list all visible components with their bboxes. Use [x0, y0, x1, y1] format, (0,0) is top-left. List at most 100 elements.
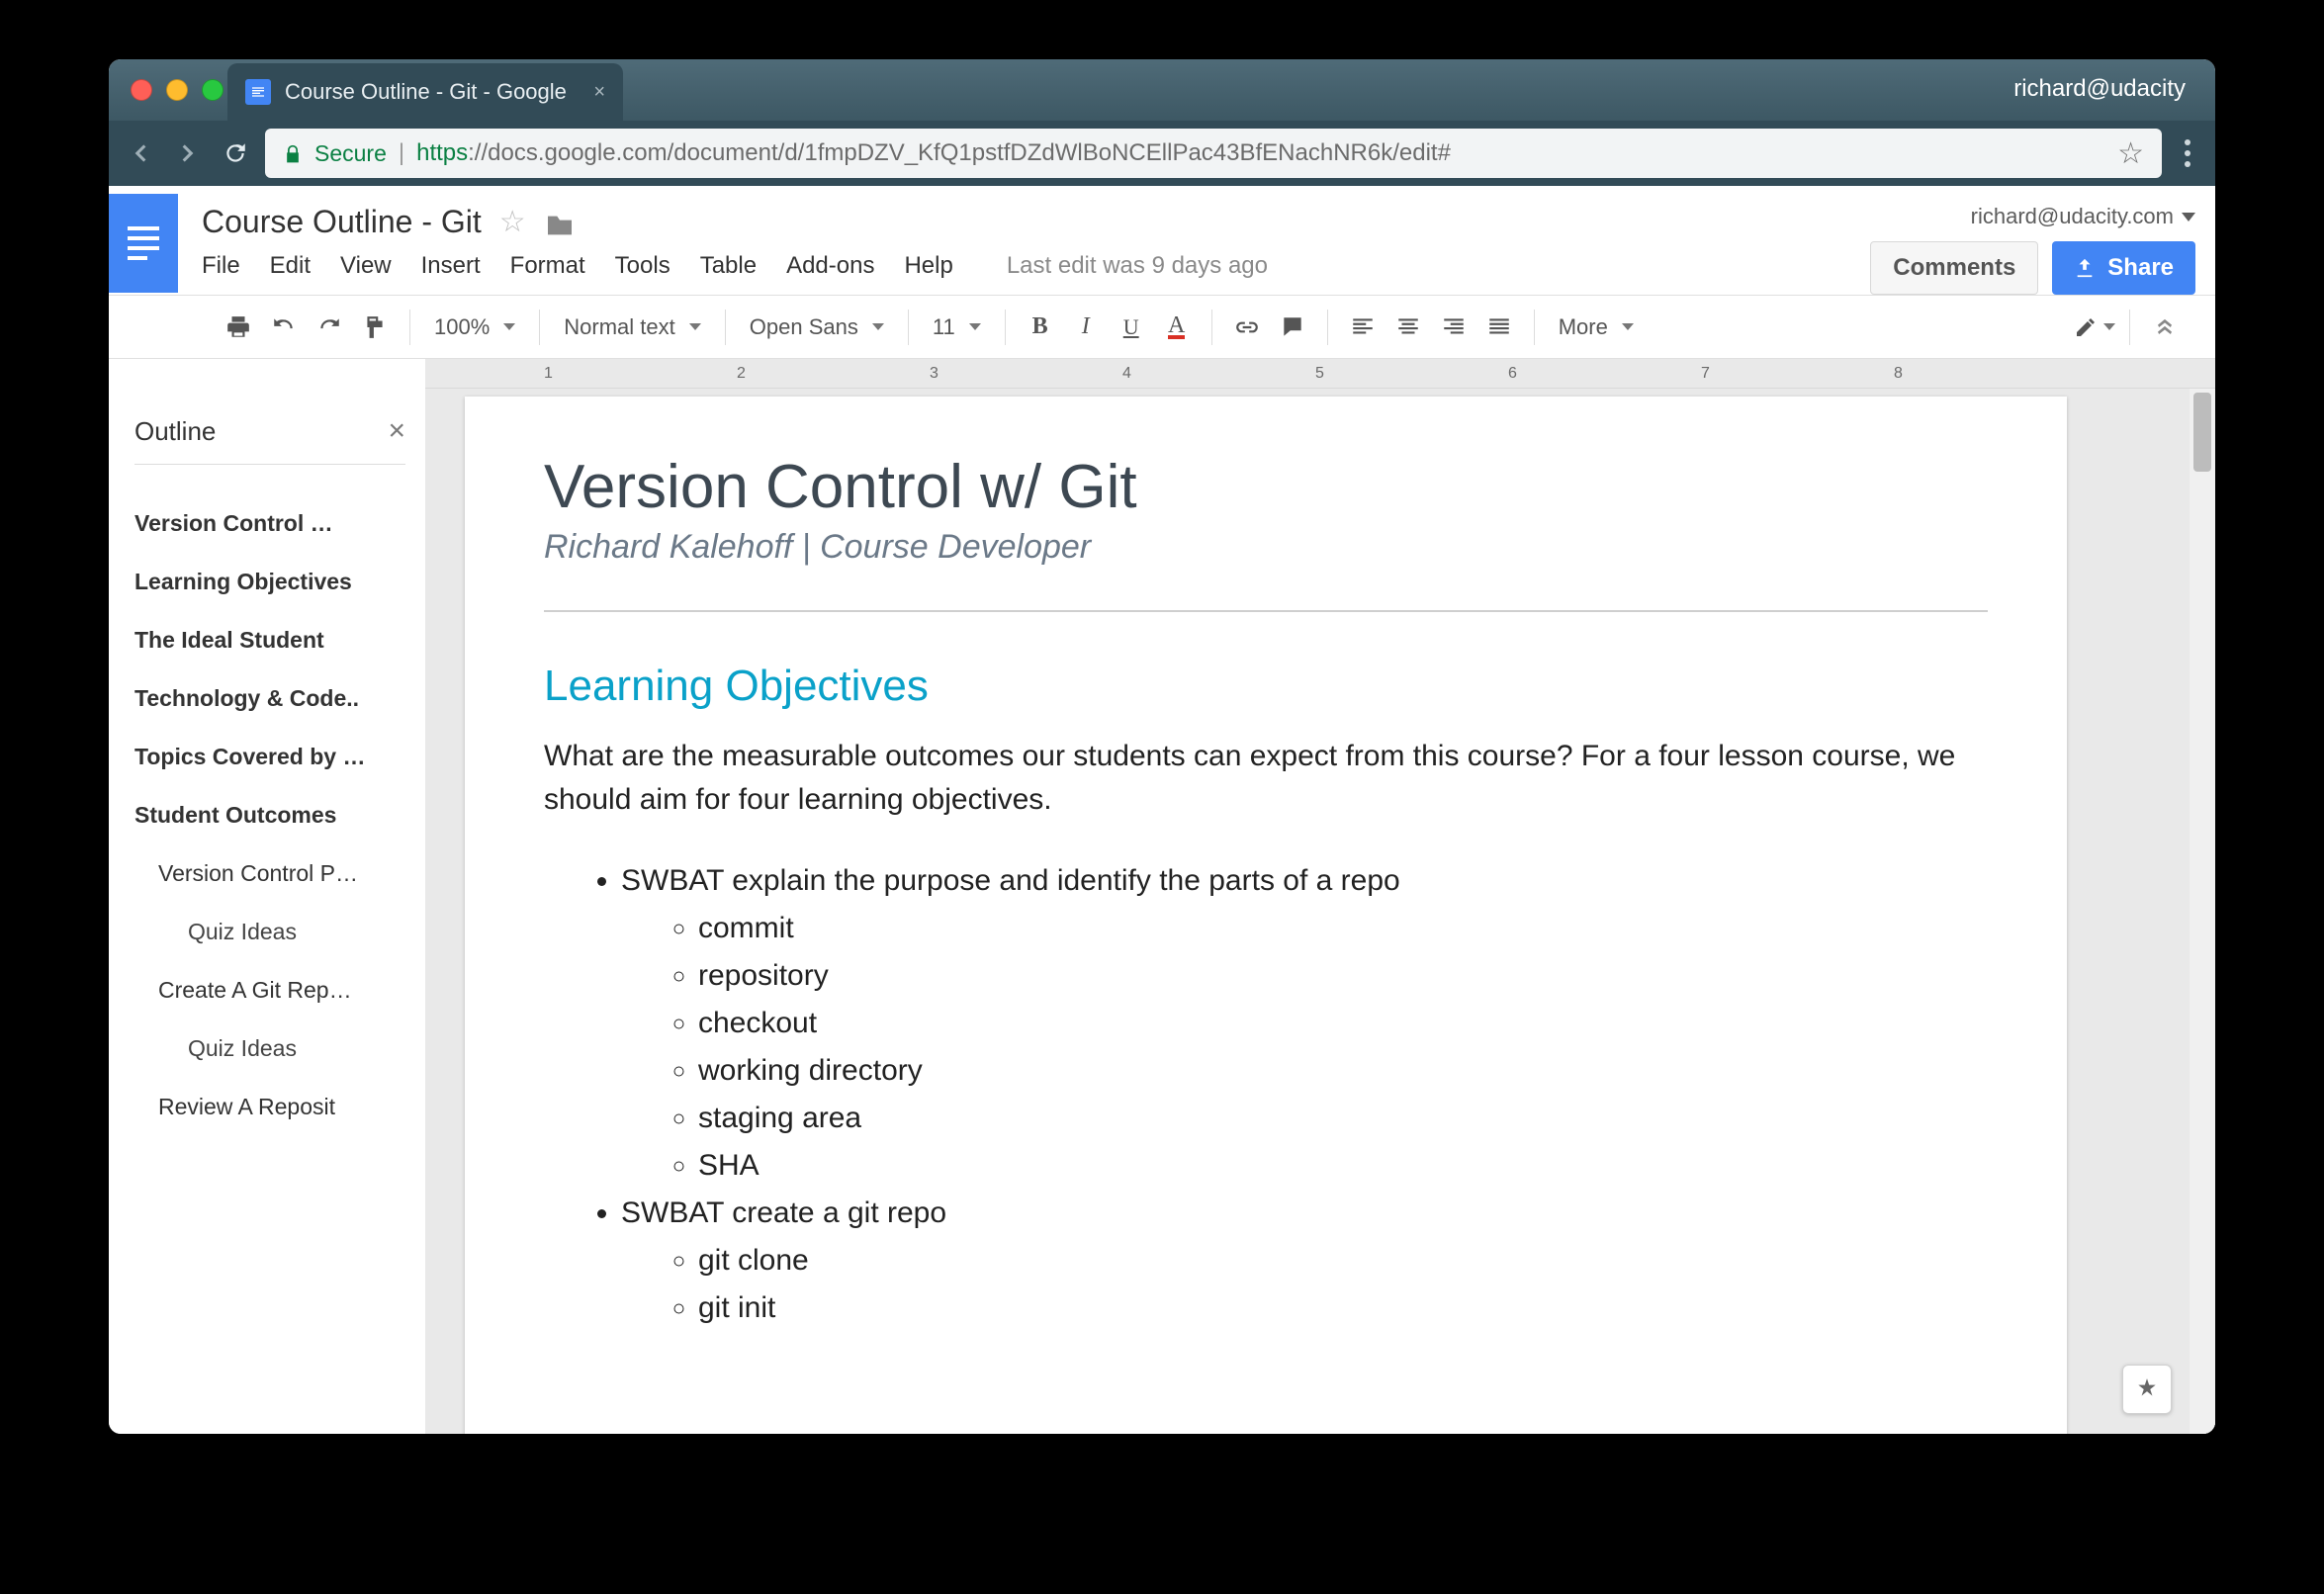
- outline-item[interactable]: Version Control P…: [134, 844, 405, 903]
- doc-subtitle[interactable]: Richard Kalehoff | Course Developer: [544, 528, 1988, 567]
- outline-item[interactable]: Topics Covered by …: [134, 728, 405, 786]
- document-page[interactable]: Version Control w/ Git Richard Kalehoff …: [465, 397, 2067, 1434]
- menu-table[interactable]: Table: [700, 252, 757, 280]
- font-size-dropdown[interactable]: 11: [923, 314, 991, 340]
- caret-down-icon: [872, 323, 884, 330]
- paint-format-icon[interactable]: [354, 305, 396, 350]
- outline-item[interactable]: Student Outcomes: [134, 786, 405, 844]
- paragraph-style-dropdown[interactable]: Normal text: [554, 314, 710, 340]
- profile-name[interactable]: richard@udacity: [2013, 75, 2186, 103]
- address-bar-row: Secure | https://docs.google.com/documen…: [109, 121, 2215, 186]
- tab-strip: Course Outline - Git - Google × richard@…: [109, 59, 2215, 121]
- docs-favicon-icon: [245, 79, 271, 105]
- scrollbar-track[interactable]: [2190, 389, 2215, 1434]
- ruler[interactable]: 12345678: [425, 359, 2215, 389]
- print-icon[interactable]: [218, 305, 259, 350]
- outline-item[interactable]: Quiz Ideas: [134, 903, 405, 961]
- close-window-button[interactable]: [131, 79, 152, 101]
- outline-item[interactable]: Technology & Code..: [134, 669, 405, 728]
- docs-header: Course Outline - Git ☆ File Edit View Inser…: [109, 186, 2215, 296]
- menu-view[interactable]: View: [340, 252, 392, 280]
- redo-icon[interactable]: [309, 305, 350, 350]
- sub-bullet-item[interactable]: git clone: [698, 1237, 1988, 1284]
- close-outline-icon[interactable]: ×: [388, 414, 405, 448]
- menu-tools[interactable]: Tools: [615, 252, 670, 280]
- document-canvas[interactable]: Version Control w/ Git Richard Kalehoff …: [425, 389, 2215, 1434]
- document-name[interactable]: Course Outline - Git: [202, 204, 482, 240]
- font-dropdown[interactable]: Open Sans: [740, 314, 894, 340]
- menu-add-ons[interactable]: Add-ons: [786, 252, 874, 280]
- align-center-icon[interactable]: [1387, 305, 1429, 350]
- insert-link-icon[interactable]: [1226, 305, 1268, 350]
- outline-item[interactable]: Version Control …: [134, 494, 405, 553]
- outline-item[interactable]: Quiz Ideas: [134, 1019, 405, 1078]
- account-link[interactable]: richard@udacity.com: [1971, 204, 2195, 229]
- doc-heading-1[interactable]: Version Control w/ Git: [544, 452, 1988, 522]
- align-right-icon[interactable]: [1433, 305, 1475, 350]
- ruler-mark: 2: [737, 365, 746, 383]
- minimize-window-button[interactable]: [166, 79, 188, 101]
- text-color-button[interactable]: A: [1156, 305, 1198, 350]
- bullet-item[interactable]: SWBAT explain the purpose and identify t…: [621, 857, 1988, 1190]
- menu-file[interactable]: File: [202, 252, 240, 280]
- sub-bullet-item[interactable]: git init: [698, 1284, 1988, 1332]
- docs-logo-icon[interactable]: [109, 194, 178, 293]
- outline-title: Outline: [134, 416, 216, 447]
- underline-button[interactable]: U: [1111, 305, 1152, 350]
- fullscreen-window-button[interactable]: [202, 79, 223, 101]
- comments-button[interactable]: Comments: [1870, 241, 2038, 295]
- forward-button[interactable]: [170, 135, 206, 171]
- google-docs-app: Course Outline - Git ☆ File Edit View Inser…: [109, 186, 2215, 1434]
- explore-button[interactable]: [2122, 1365, 2172, 1414]
- scrollbar-thumb[interactable]: [2193, 393, 2211, 472]
- menu-bar: File Edit View Insert Format Tools Table Add-on…: [202, 252, 1870, 294]
- editing-mode-button[interactable]: [2074, 305, 2115, 350]
- tab-title: Course Outline - Git - Google: [285, 79, 580, 105]
- outline-item[interactable]: The Ideal Student: [134, 611, 405, 669]
- caret-down-icon: [503, 323, 515, 330]
- more-toolbar-dropdown[interactable]: More: [1549, 314, 1644, 340]
- outline-item[interactable]: Review A Reposit: [134, 1078, 405, 1136]
- sub-bullet-item[interactable]: working directory: [698, 1047, 1988, 1095]
- menu-insert[interactable]: Insert: [421, 252, 481, 280]
- doc-paragraph[interactable]: What are the measurable outcomes our stu…: [544, 735, 1988, 822]
- sub-bullet-item[interactable]: repository: [698, 952, 1988, 1000]
- italic-button[interactable]: I: [1065, 305, 1107, 350]
- bookmark-star-icon[interactable]: ☆: [2117, 136, 2144, 171]
- back-button[interactable]: [123, 135, 158, 171]
- ruler-mark: 6: [1508, 365, 1517, 383]
- insert-comment-icon[interactable]: [1272, 305, 1313, 350]
- sub-bullet-item[interactable]: staging area: [698, 1095, 1988, 1142]
- bullet-list[interactable]: SWBAT explain the purpose and identify t…: [544, 857, 1988, 1332]
- align-justify-icon[interactable]: [1478, 305, 1520, 350]
- close-tab-icon[interactable]: ×: [593, 81, 605, 104]
- secure-label: Secure: [314, 140, 387, 167]
- outline-item[interactable]: Learning Objectives: [134, 553, 405, 611]
- bold-button[interactable]: B: [1020, 305, 1061, 350]
- last-edit-note[interactable]: Last edit was 9 days ago: [1007, 252, 1268, 280]
- sub-bullet-item[interactable]: commit: [698, 905, 1988, 952]
- ruler-mark: 4: [1122, 365, 1131, 383]
- horizontal-rule: [544, 610, 1988, 612]
- menu-format[interactable]: Format: [510, 252, 585, 280]
- address-bar[interactable]: Secure | https://docs.google.com/documen…: [265, 129, 2162, 178]
- browser-tab[interactable]: Course Outline - Git - Google ×: [227, 63, 623, 121]
- chrome-menu-button[interactable]: [2174, 139, 2201, 167]
- reload-button[interactable]: [218, 135, 253, 171]
- zoom-dropdown[interactable]: 100%: [424, 314, 525, 340]
- outline-item[interactable]: Create A Git Rep…: [134, 961, 405, 1019]
- sub-bullet-item[interactable]: checkout: [698, 1000, 1988, 1047]
- sub-bullet-item[interactable]: SHA: [698, 1142, 1988, 1190]
- menu-help[interactable]: Help: [904, 252, 952, 280]
- move-to-folder-icon[interactable]: [544, 210, 576, 235]
- caret-down-icon: [1622, 323, 1634, 330]
- undo-icon[interactable]: [263, 305, 305, 350]
- doc-heading-2[interactable]: Learning Objectives: [544, 662, 1988, 711]
- star-document-icon[interactable]: ☆: [499, 205, 526, 239]
- share-button[interactable]: Share: [2052, 241, 2195, 295]
- collapse-toolbar-icon[interactable]: [2144, 305, 2186, 350]
- traffic-lights: [131, 79, 223, 101]
- bullet-item[interactable]: SWBAT create a git repogit clonegit init: [621, 1190, 1988, 1332]
- align-left-icon[interactable]: [1342, 305, 1384, 350]
- menu-edit[interactable]: Edit: [270, 252, 311, 280]
